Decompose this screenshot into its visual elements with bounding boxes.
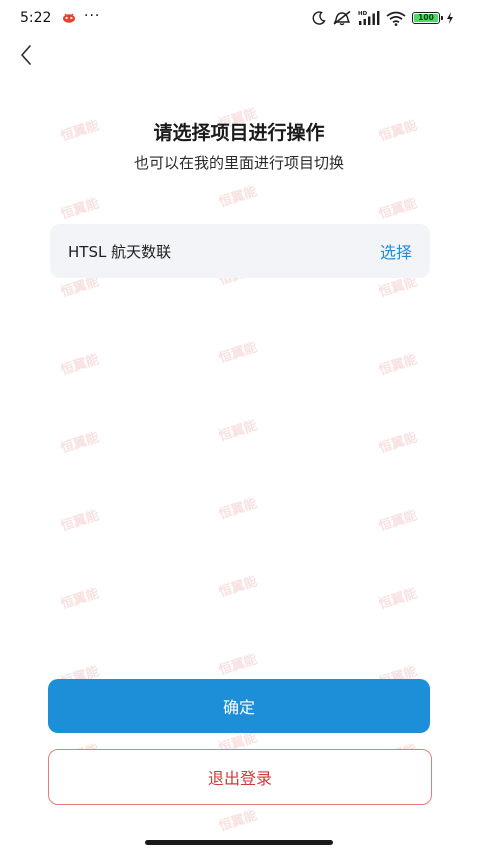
moon-icon — [312, 11, 326, 25]
select-project-link[interactable]: 选择 — [380, 239, 412, 263]
watermark-text: 恒翼能 — [377, 196, 419, 223]
watermark-text: 恒翼能 — [377, 430, 419, 457]
watermark-text: 恒翼能 — [59, 430, 101, 457]
watermark-text: 恒翼能 — [59, 586, 101, 613]
status-icons: HD 100 — [312, 9, 454, 27]
watermark-text: 恒翼能 — [59, 196, 101, 223]
watermark-text: 恒翼能 — [217, 418, 259, 445]
watermark-text: 恒翼能 — [377, 586, 419, 613]
watermark-text: 恒翼能 — [59, 352, 101, 379]
hd-signal-icon: HD — [358, 11, 380, 25]
status-time: 5:22 — [20, 10, 52, 26]
home-indicator[interactable] — [145, 840, 333, 845]
page-title: 请选择项目进行操作 — [153, 122, 325, 144]
watermark-text: 恒翼能 — [377, 508, 419, 535]
confirm-button[interactable]: 确定 — [48, 679, 430, 733]
watermark-text: 恒翼能 — [377, 352, 419, 379]
page-subtitle: 也可以在我的里面进行项目切换 — [133, 154, 344, 172]
watermark-text: 恒翼能 — [59, 508, 101, 535]
watermark-text: 恒翼能 — [217, 340, 259, 367]
status-bar: 5:22 ··· HD 100 — [0, 0, 478, 36]
charging-icon — [447, 12, 453, 24]
watermark-text: 恒翼能 — [217, 184, 259, 211]
app-notification-icon — [63, 13, 75, 23]
watermark-text: 恒翼能 — [217, 652, 259, 679]
back-button[interactable] — [14, 42, 40, 68]
back-arrow-icon — [21, 45, 31, 65]
wifi-icon — [386, 11, 406, 26]
battery-level: 100 — [418, 13, 434, 22]
svg-text:HD: HD — [358, 11, 368, 17]
battery-tip — [441, 16, 443, 20]
watermark-text: 恒翼能 — [217, 808, 259, 835]
status-more-indicator: ··· — [84, 8, 101, 24]
project-row[interactable]: HTSL 航天数联 选择 — [50, 224, 430, 278]
battery-icon: 100 — [412, 12, 443, 24]
watermark-text: 恒翼能 — [217, 574, 259, 601]
project-name: HTSL 航天数联 — [68, 242, 172, 261]
logout-button[interactable]: 退出登录 — [48, 749, 432, 805]
watermark-text: 恒翼能 — [217, 496, 259, 523]
mute-icon — [333, 10, 351, 26]
